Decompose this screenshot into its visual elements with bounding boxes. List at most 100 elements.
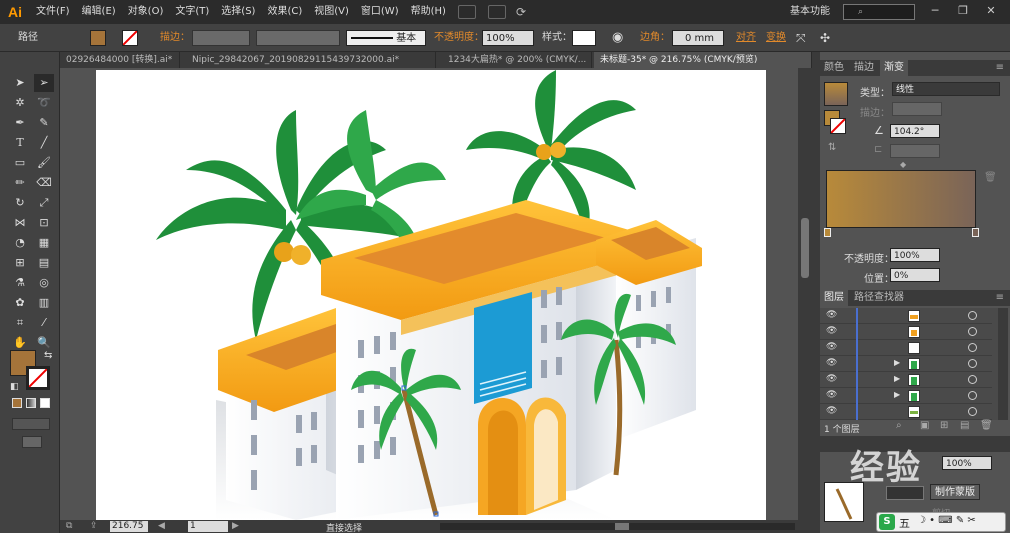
tab-gradient[interactable]: 渐变 bbox=[880, 60, 908, 76]
rotate-tool-icon[interactable]: ↻ bbox=[10, 194, 30, 212]
eyedropper-icon[interactable]: ⚗ bbox=[10, 274, 30, 292]
workspace-switcher[interactable]: 基本功能 bbox=[790, 0, 830, 24]
delete-layer-icon[interactable]: 🗑 bbox=[980, 420, 993, 431]
horizontal-scroll-thumb[interactable] bbox=[615, 523, 629, 530]
tab-stroke[interactable]: 描边 bbox=[850, 60, 878, 76]
lasso-icon[interactable]: ➰ bbox=[34, 94, 54, 112]
swap-colors-icon[interactable]: ⇆ bbox=[44, 350, 52, 361]
stroke-label[interactable]: 描边： bbox=[160, 30, 190, 46]
tab-document-3[interactable]: 1234大扁热* @ 200% (CMYK/... bbox=[442, 52, 592, 68]
canvas-area[interactable] bbox=[60, 68, 812, 520]
visibility-eye-icon[interactable]: 👁 bbox=[826, 326, 837, 336]
blend-tool-icon[interactable]: ◎ bbox=[34, 274, 54, 292]
horizontal-scrollbar[interactable] bbox=[440, 523, 795, 530]
minimize-button[interactable]: ─ bbox=[924, 2, 946, 20]
opacity-label[interactable]: 不透明度： bbox=[434, 30, 484, 46]
gradient-angle-field[interactable]: 104.2° bbox=[890, 124, 940, 138]
visibility-eye-icon[interactable]: 👁 bbox=[826, 310, 837, 320]
visibility-eye-icon[interactable]: 👁 bbox=[826, 390, 837, 400]
tab-layers[interactable]: 图层 bbox=[820, 290, 848, 306]
artboard-tool-icon[interactable]: ⌗ bbox=[10, 314, 30, 332]
layer-row[interactable]: 👁 bbox=[820, 404, 992, 420]
visibility-eye-icon[interactable]: 👁 bbox=[826, 406, 837, 416]
arrange-documents-icon[interactable] bbox=[487, 5, 506, 19]
menu-select[interactable]: 选择(S) bbox=[215, 0, 261, 24]
layer-row[interactable]: 👁 ▶ bbox=[820, 372, 992, 388]
new-layer-icon[interactable]: ▤ bbox=[960, 420, 969, 431]
prev-artboard-icon[interactable]: ◀ bbox=[158, 521, 165, 531]
expand-arrow-icon[interactable]: ▶ bbox=[894, 390, 900, 399]
next-artboard-icon[interactable]: ▶ bbox=[232, 521, 239, 531]
vertical-scroll-thumb[interactable] bbox=[801, 218, 809, 278]
gpu-performance-icon[interactable]: ⟳ bbox=[516, 5, 526, 19]
ime-toolbar[interactable]: S 五 ☽ • ⌨ ✎ ✂ bbox=[876, 512, 1006, 532]
mesh-tool-icon[interactable]: ⊞ bbox=[10, 254, 30, 272]
shape-options-icon[interactable]: ✣ bbox=[820, 30, 830, 46]
paintbrush-icon[interactable]: 🖌 bbox=[34, 154, 54, 172]
bridge-icon[interactable] bbox=[457, 5, 476, 19]
menu-type[interactable]: 文字(T) bbox=[169, 0, 215, 24]
opacity-field[interactable]: 100% bbox=[482, 30, 534, 46]
recolor-artwork-icon[interactable]: ◉ bbox=[612, 30, 623, 46]
target-circle-icon[interactable] bbox=[968, 359, 977, 368]
curvature-tool-icon[interactable]: ✎ bbox=[34, 114, 54, 132]
graph-tool-icon[interactable]: ▥ bbox=[34, 294, 54, 312]
zoom-field[interactable]: 216.75 bbox=[110, 521, 148, 532]
panel-menu-icon[interactable]: ≡ bbox=[996, 62, 1004, 73]
pen-tool-icon[interactable]: ✒ bbox=[10, 114, 30, 132]
graphic-style-swatch[interactable] bbox=[572, 30, 596, 46]
gradient-stop-start[interactable] bbox=[824, 228, 831, 237]
layer-row[interactable]: 👁 bbox=[820, 308, 992, 324]
selection-tool-icon[interactable]: ➤ bbox=[10, 74, 30, 92]
menu-effect[interactable]: 效果(C) bbox=[261, 0, 308, 24]
share-icon[interactable]: ⇪ bbox=[90, 521, 98, 531]
menu-help[interactable]: 帮助(H) bbox=[405, 0, 452, 24]
stroke-swatch[interactable] bbox=[122, 30, 138, 46]
vertical-scrollbar[interactable] bbox=[798, 68, 812, 520]
gradient-slider[interactable] bbox=[826, 170, 976, 228]
layer-row[interactable]: 👁 ▶ bbox=[820, 388, 992, 404]
layers-scrollbar[interactable] bbox=[998, 308, 1008, 420]
ime-mode[interactable]: 五 bbox=[899, 515, 910, 531]
shape-builder-icon[interactable]: ◔ bbox=[10, 234, 30, 252]
locate-object-icon[interactable]: ⌕ bbox=[896, 420, 902, 431]
corner-label[interactable]: 边角： bbox=[640, 30, 670, 46]
new-sublayer-icon[interactable]: ⊞ bbox=[940, 420, 948, 431]
target-circle-icon[interactable] bbox=[968, 327, 977, 336]
transparency-opacity-field[interactable]: 100% bbox=[942, 456, 992, 470]
layer-row[interactable]: 👁 ▶ bbox=[820, 356, 992, 372]
free-transform-icon[interactable]: ⊡ bbox=[34, 214, 54, 232]
gradient-tool-icon[interactable]: ▤ bbox=[34, 254, 54, 272]
brush-definition[interactable]: 基本 bbox=[346, 30, 426, 46]
width-tool-icon[interactable]: ⋈ bbox=[10, 214, 30, 232]
target-circle-icon[interactable] bbox=[968, 391, 977, 400]
menu-object[interactable]: 对象(O) bbox=[122, 0, 170, 24]
gradient-type-select[interactable]: 线性 bbox=[892, 82, 1000, 96]
stroke-weight-field[interactable] bbox=[192, 30, 250, 46]
pencil-icon[interactable]: ✏ bbox=[10, 174, 30, 192]
target-circle-icon[interactable] bbox=[968, 375, 977, 384]
menu-edit[interactable]: 编辑(E) bbox=[76, 0, 122, 24]
symbol-sprayer-icon[interactable]: ✿ bbox=[10, 294, 30, 312]
stroke-gradient-buttons[interactable] bbox=[892, 102, 942, 116]
align-link[interactable]: 对齐 bbox=[736, 30, 756, 46]
aspect-ratio-field[interactable] bbox=[890, 144, 940, 158]
delete-stop-icon[interactable]: 🗑 bbox=[984, 172, 997, 183]
corner-radius-field[interactable]: 0 mm bbox=[672, 30, 724, 46]
gradient-stop-end[interactable] bbox=[972, 228, 979, 237]
visibility-eye-icon[interactable]: 👁 bbox=[826, 374, 837, 384]
make-mask-button[interactable]: 制作蒙版 bbox=[930, 484, 980, 500]
stop-opacity-field[interactable]: 100% bbox=[890, 248, 940, 262]
rectangle-tool-icon[interactable]: ▭ bbox=[10, 154, 30, 172]
expand-arrow-icon[interactable]: ▶ bbox=[894, 374, 900, 383]
menu-file[interactable]: 文件(F) bbox=[30, 0, 76, 24]
stroke-mini-swatch[interactable] bbox=[830, 118, 846, 134]
search-input[interactable]: ⌕ bbox=[843, 4, 915, 20]
tab-document-2[interactable]: Nipic_29842067_20190829115439732000.ai* bbox=[186, 52, 436, 68]
fill-swatch[interactable] bbox=[90, 30, 106, 46]
type-tool-icon[interactable]: T bbox=[10, 134, 30, 152]
isolate-icon[interactable]: ⤧ bbox=[796, 30, 806, 46]
gradient-mode-icon[interactable] bbox=[26, 398, 36, 408]
gradient-preview-swatch[interactable] bbox=[824, 82, 848, 106]
drawing-modes-icon[interactable] bbox=[12, 418, 50, 430]
